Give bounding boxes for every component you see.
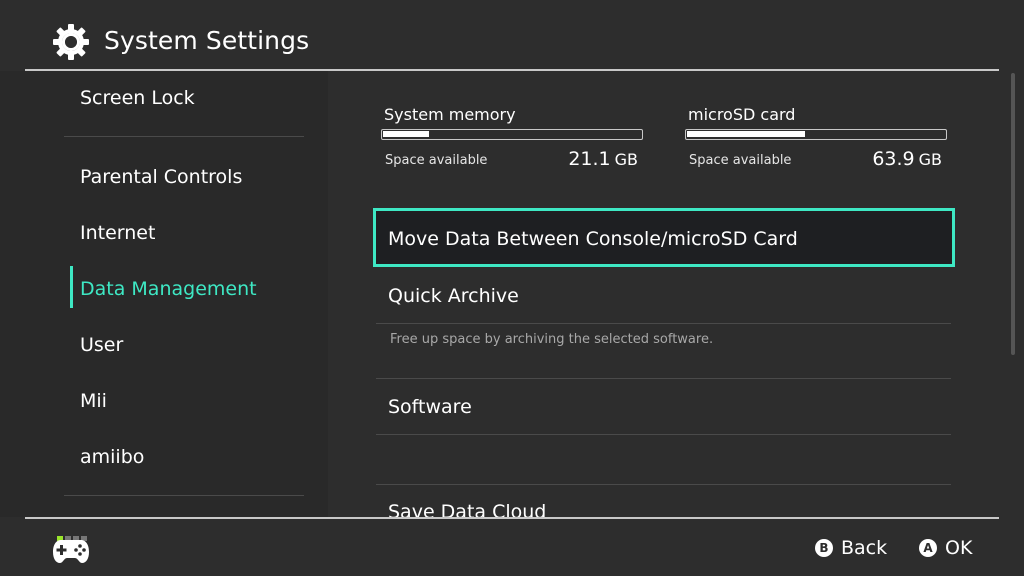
microsd-bar [685,129,947,140]
microsd-space-value: 63.9 GB [872,148,942,170]
sidebar-item-user[interactable]: User [80,334,123,356]
sidebar-item-screen-lock[interactable]: Screen Lock [80,87,195,109]
menu-item-move-data[interactable]: Move Data Between Console/microSD Card [388,228,798,250]
menu-divider [376,378,951,379]
back-hint[interactable]: B Back [815,537,887,559]
scrollbar[interactable] [1011,73,1015,355]
sidebar-divider [64,136,304,137]
sidebar-divider [64,495,304,496]
system-space-value: 21.1 GB [568,148,638,170]
ok-label: OK [945,537,973,559]
quick-archive-description: Free up space by archiving the selected … [390,332,714,347]
page-title: System Settings [104,26,310,55]
system-space-label: Space available [385,153,488,168]
sidebar-item-mii[interactable]: Mii [80,390,107,412]
system-memory-bar [381,129,643,140]
active-indicator [70,266,73,308]
selected-menu-item[interactable]: Move Data Between Console/microSD Card [373,208,955,267]
menu-item-quick-archive[interactable]: Quick Archive [388,285,519,307]
sidebar-item-data-management[interactable]: Data Management [80,278,257,300]
a-button-icon: A [919,539,937,557]
menu-divider [376,323,951,324]
menu-item-save-data-cloud[interactable]: Save Data Cloud [388,501,546,517]
microsd-label: microSD card [688,105,796,124]
back-label: Back [841,537,888,559]
microsd-space-label: Space available [689,153,792,168]
menu-divider [376,434,951,435]
menu-item-software[interactable]: Software [388,396,472,418]
microsd-fill [687,131,805,137]
sidebar-item-parental-controls[interactable]: Parental Controls [80,166,242,188]
footer: B Back A OK [0,519,1024,576]
controller-icon [53,540,89,563]
sidebar-item-internet[interactable]: Internet [80,222,155,244]
system-memory-label: System memory [384,105,516,124]
system-memory-fill [383,131,429,137]
sidebar: Screen Lock Parental Controls Internet D… [0,71,328,517]
gear-icon [53,24,89,60]
b-button-icon: B [815,539,833,557]
ok-hint[interactable]: A OK [919,537,972,559]
header: System Settings [0,0,1024,70]
sidebar-item-amiibo[interactable]: amiibo [80,446,144,468]
menu-divider [376,484,951,485]
main-panel: System memory Space available 21.1 GB mic… [328,71,1024,517]
